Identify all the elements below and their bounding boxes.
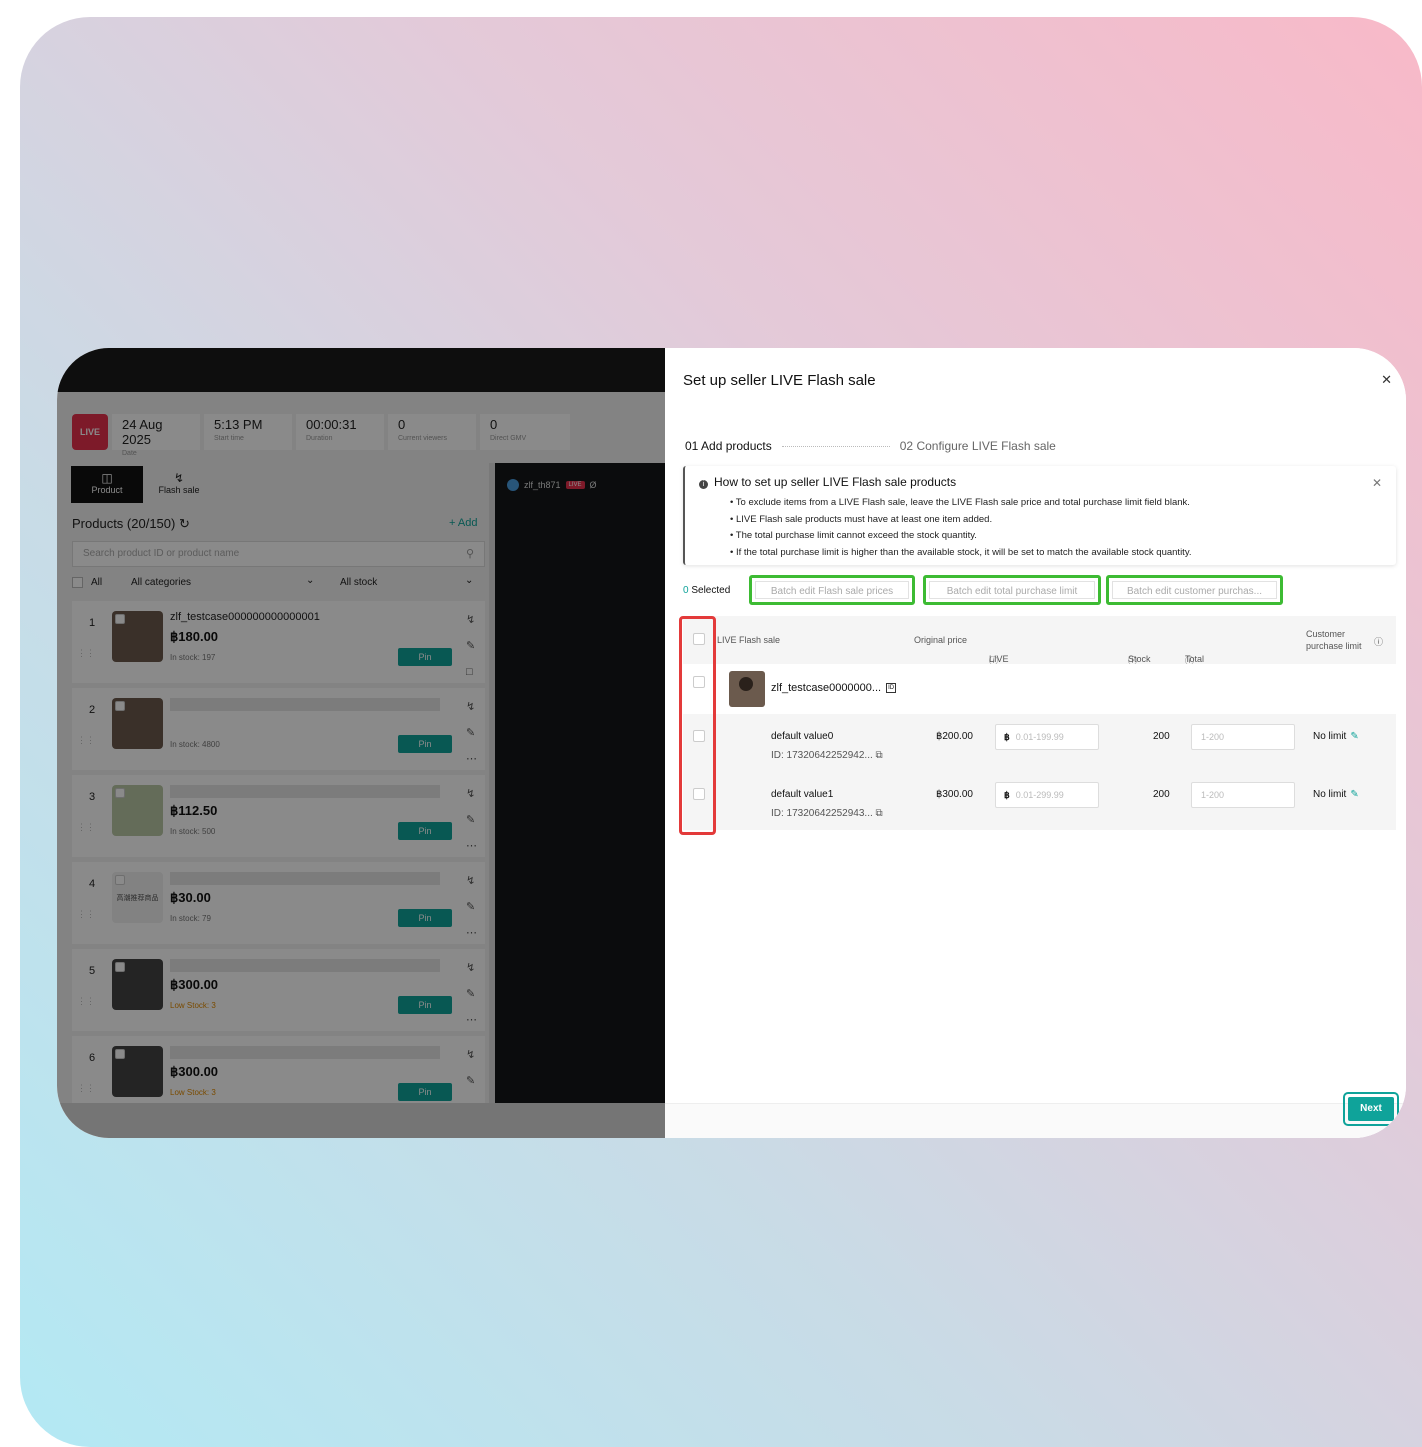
step-indicator: 01 Add products 02 Configure LIVE Flash … [685,439,1056,453]
original-price: ฿200.00 [936,731,973,742]
batch-edit-price-highlight: Batch edit Flash sale prices [749,575,915,605]
product-name: zlf_testcase0000000... ID [771,682,897,694]
price-placeholder: 0.01-299.99 [1015,790,1064,800]
step-label: Add products [701,439,772,453]
info-bullet: The total purchase limit cannot exceed t… [730,528,1192,545]
batch-edit-total-limit-button[interactable]: Batch edit total purchase limit [929,581,1095,599]
col-original-price: Original price [914,635,968,645]
step-label: Configure LIVE Flash sale [916,439,1056,453]
col-customer-limit: Customer purchase limit [1306,629,1362,651]
variant-id-text: ID: 17320642252943... [771,808,873,819]
next-button[interactable]: Next [1348,1097,1394,1121]
info-icon: i [699,480,708,489]
modal-title: Set up seller LIVE Flash sale [683,372,876,389]
table-row: zlf_testcase0000000... ID [683,664,1396,714]
product-image [729,671,765,707]
selected-number: 0 [683,585,689,596]
currency-symbol: ฿ [1004,790,1010,800]
copy-icon[interactable]: ⧉ [876,750,883,761]
app-screenshot-frame: LIVE 24 Aug 2025 Date 5:13 PM Start time… [57,348,1406,1138]
stock-value: 200 [1153,731,1170,742]
checkbox-column-highlight [679,616,716,835]
selected-label: Selected [691,585,731,596]
step-number: 01 [685,439,699,453]
customer-limit: No limit ✎ [1313,789,1359,800]
close-icon[interactable]: ✕ [1372,476,1382,490]
product-name-text: zlf_testcase0000000... [771,682,882,694]
flash-price-input[interactable]: ฿ 0.01-299.99 [995,782,1099,808]
info-title: i How to set up seller LIVE Flash sale pr… [699,475,956,489]
step-2: 02 Configure LIVE Flash sale [900,439,1056,453]
customer-limit: No limit ✎ [1313,731,1359,742]
table-header: LIVE Flash sale Original price LIVE Flas… [683,616,1396,694]
info-bullet: If the total purchase limit is higher th… [730,545,1192,562]
info-banner: i How to set up seller LIVE Flash sale pr… [683,466,1396,565]
step-number: 02 [899,439,914,453]
id-card-icon[interactable]: ID [886,683,897,694]
flash-price-input[interactable]: ฿ 0.01-199.99 [995,724,1099,750]
info-title-text: How to set up seller LIVE Flash sale pro… [714,475,957,489]
variant-name: default value0 [771,731,834,742]
step-divider [781,445,890,447]
next-button-highlight: Next [1343,1092,1399,1126]
info-bullet: LIVE Flash sale products must have at le… [730,512,1192,529]
batch-edit-price-button[interactable]: Batch edit Flash sale prices [755,581,909,599]
modal-footer [665,1103,1406,1138]
info-bullets: To exclude items from a LIVE Flash sale,… [730,495,1192,561]
help-icon[interactable]: ⓘ [1374,635,1383,648]
table-row: default value0 ID: 17320642252942... ⧉ ฿… [683,714,1396,772]
customer-limit-text: No limit [1313,789,1347,800]
close-icon[interactable]: ✕ [1381,372,1392,388]
currency-symbol: ฿ [1004,732,1010,742]
variant-id: ID: 17320642252942... ⧉ [771,750,883,761]
batch-edit-customer-limit-highlight: Batch edit customer purchas... [1106,575,1283,605]
table-row: default value1 ID: 17320642252943... ⧉ ฿… [683,772,1396,830]
copy-icon[interactable]: ⧉ [876,808,883,819]
info-bullet: To exclude items from a LIVE Flash sale,… [730,495,1192,512]
variant-name: default value1 [771,789,834,800]
original-price: ฿300.00 [936,789,973,800]
modal-overlay[interactable] [57,348,665,1138]
edit-icon[interactable]: ✎ [1350,731,1358,742]
total-limit-input[interactable]: 1-200 [1191,782,1295,808]
variant-id-text: ID: 17320642252942... [771,750,873,761]
products-table: LIVE Flash sale Original price LIVE Flas… [683,616,1396,830]
edit-icon[interactable]: ✎ [1350,789,1358,800]
selected-count: 0 Selected [683,585,730,596]
price-placeholder: 0.01-199.99 [1015,732,1064,742]
customer-limit-text: No limit [1313,731,1347,742]
col-product: LIVE Flash sale [717,635,781,645]
total-limit-input[interactable]: 1-200 [1191,724,1295,750]
flash-sale-modal: Set up seller LIVE Flash sale ✕ 01 Add p… [665,348,1406,1138]
variant-id: ID: 17320642252943... ⧉ [771,808,883,819]
live-dashboard: LIVE 24 Aug 2025 Date 5:13 PM Start time… [57,348,665,1138]
step-1: 01 Add products [685,439,772,453]
batch-edit-total-limit-highlight: Batch edit total purchase limit [923,575,1101,605]
batch-edit-customer-limit-button[interactable]: Batch edit customer purchas... [1112,581,1277,599]
stock-value: 200 [1153,789,1170,800]
